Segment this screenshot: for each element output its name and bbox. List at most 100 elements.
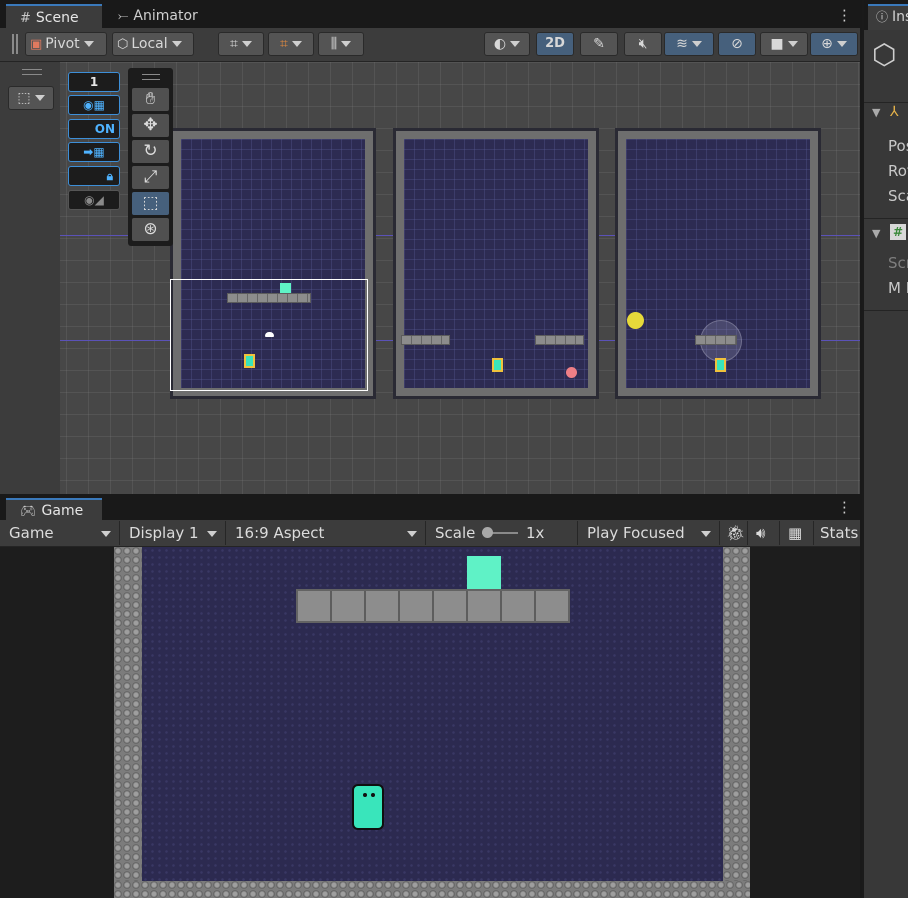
aspect-dropdown[interactable]: 16:9 Aspect xyxy=(226,521,426,545)
gamepad-icon: 🎮︎ xyxy=(20,504,37,519)
game-viewport[interactable] xyxy=(0,547,860,898)
platform[interactable] xyxy=(535,335,584,345)
speaker-icon: 🔊︎ xyxy=(756,524,766,542)
scene-viewport[interactable]: ⬚ 1 ◉▦ ON ➡▦ 🔒︎ ◉◢ ✋︎ ✥ ↻ ⤢ ⬚ ⊛ xyxy=(0,62,860,494)
bug-icon: 🐞︎ xyxy=(726,524,746,542)
platform[interactable] xyxy=(401,335,450,345)
move-grid-toggle[interactable]: ➡▦ xyxy=(68,142,120,162)
layer-number-field[interactable]: 1 xyxy=(68,72,120,92)
cloud-sprite[interactable] xyxy=(265,332,274,337)
divider xyxy=(864,310,908,311)
audio-toggle[interactable]: 🔇︎ xyxy=(624,32,662,56)
display-dropdown[interactable]: Display 1 xyxy=(120,521,226,545)
player-character xyxy=(352,784,384,830)
lock-toggle[interactable]: 🔒︎ xyxy=(68,166,120,186)
tab-animator[interactable]: ⤚ Animator xyxy=(104,4,214,28)
game-more-menu-icon[interactable]: · · · xyxy=(842,496,847,521)
chevron-down-icon xyxy=(83,41,94,47)
coin-sprite[interactable] xyxy=(627,312,644,329)
pivot-dropdown[interactable]: ▣ Pivot xyxy=(25,32,107,56)
player-sprite[interactable] xyxy=(244,354,255,368)
grid-hash-icon: # xyxy=(20,11,31,26)
eye-off-icon: ⊘ xyxy=(731,36,743,52)
dashed-rect-icon: ⬚ xyxy=(17,90,31,106)
goal-block[interactable] xyxy=(280,283,291,293)
player-sprite[interactable] xyxy=(715,358,726,372)
chevron-down-icon xyxy=(787,41,798,47)
chevron-down-icon xyxy=(691,41,702,47)
lighting-toggle[interactable]: ✎ xyxy=(580,32,618,56)
tab-game[interactable]: 🎮︎ Game xyxy=(6,498,102,520)
grid-snap-button[interactable]: ⌗ xyxy=(218,32,264,56)
chevron-down-icon xyxy=(34,95,45,101)
tab-scene[interactable]: # Scene xyxy=(6,4,102,28)
pivot-label: Pivot xyxy=(45,36,80,52)
game-room xyxy=(114,547,750,898)
enemy-sprite[interactable] xyxy=(566,367,577,378)
grid-eye-toggle[interactable]: ◉▦ xyxy=(68,95,120,115)
rect-tool-button[interactable]: ⬚ xyxy=(132,192,169,215)
player-eye xyxy=(363,793,367,797)
scene-more-menu-icon[interactable]: · · · xyxy=(842,4,847,29)
chevron-down-icon xyxy=(341,41,352,47)
camera-icon: ■ xyxy=(770,36,784,52)
chevron-down-icon xyxy=(510,41,521,47)
gizmos-toggle-game[interactable]: ▦ xyxy=(780,521,814,545)
transform-icon: ⅄ xyxy=(890,104,899,120)
platform xyxy=(296,589,570,623)
toggle-2d-button[interactable]: 2D xyxy=(536,32,574,56)
gizmos-dropdown[interactable]: ⊕ xyxy=(810,32,858,56)
panel-grip-icon[interactable] xyxy=(22,69,42,75)
play-mode-dropdown[interactable]: Play Focused xyxy=(578,521,720,545)
scale-tool-button[interactable]: ⤢ xyxy=(132,166,169,189)
snap-on-toggle[interactable]: ON xyxy=(68,119,120,139)
hand-tool-button[interactable]: ✋︎ xyxy=(132,88,169,111)
shading-mode-button[interactable]: ◐ xyxy=(484,32,530,56)
platform[interactable] xyxy=(695,335,737,345)
chevron-down-icon xyxy=(207,531,217,537)
rotation-label: Rot xyxy=(888,162,908,180)
scale-slider-handle[interactable] xyxy=(482,527,493,538)
camera-dropdown[interactable]: ■ xyxy=(760,32,808,56)
hidden-eye-toggle[interactable]: ◉◢ xyxy=(68,190,120,210)
scene-tab-bar: # Scene ⤚ Animator · · · xyxy=(0,0,860,29)
player-sprite[interactable] xyxy=(492,358,503,372)
toolbar-grip-icon[interactable] xyxy=(12,34,18,54)
rotate-tool-button[interactable]: ↻ xyxy=(132,140,169,163)
chevron-down-icon xyxy=(241,41,252,47)
stats-button[interactable]: Stats xyxy=(814,521,860,545)
animator-icon: ⤚ xyxy=(118,9,129,24)
room-2[interactable] xyxy=(393,128,599,399)
grid-snap-icon: ⌗ xyxy=(230,36,238,52)
scale-slider-group: Scale 1x xyxy=(426,521,578,545)
gizmo-globe-icon: ⊕ xyxy=(821,36,833,52)
eye-icon: ◉◢ xyxy=(84,193,104,207)
platform[interactable] xyxy=(227,293,311,303)
scene-toolbar: ▣ Pivot ⬡ Local ⌗ ⌗ ⫼ ◐ 2D ✎ 🔇︎ ≋ ⊘ ■ ⊕ xyxy=(0,28,860,62)
info-icon: ⓘ xyxy=(876,10,889,24)
eye-grid-icon: ◉▦ xyxy=(83,98,105,112)
audio-toggle-game[interactable]: 🔊︎ xyxy=(748,521,780,545)
palette-grip-icon[interactable] xyxy=(142,74,160,80)
foldout-arrow-icon[interactable]: ▼ xyxy=(872,227,880,240)
debug-toggle[interactable]: 🐞︎ xyxy=(720,521,748,545)
rect-select-dropdown[interactable]: ⬚ xyxy=(8,86,54,110)
lightbulb-icon: ✎ xyxy=(593,36,605,52)
foldout-arrow-icon[interactable]: ▼ xyxy=(872,106,880,119)
local-dropdown[interactable]: ⬡ Local xyxy=(112,32,194,56)
tab-inspector[interactable]: ⓘIns xyxy=(868,4,908,30)
game-view-label: Game xyxy=(9,524,54,542)
move-tool-button[interactable]: ✥ xyxy=(132,114,169,137)
tab-scene-label: Scene xyxy=(35,10,79,26)
layer-number: 1 xyxy=(89,75,99,89)
snap-on-label: ON xyxy=(94,122,115,136)
ruler-icon: ⫼ xyxy=(330,36,338,52)
game-view-dropdown[interactable]: Game xyxy=(0,521,120,545)
toggle-2d-label: 2D xyxy=(545,36,565,51)
scene-visibility-toggle[interactable]: ⊘ xyxy=(718,32,756,56)
effects-dropdown[interactable]: ≋ xyxy=(664,32,714,56)
transform-tool-button[interactable]: ⊛ xyxy=(132,218,169,241)
increment-snap-button[interactable]: ⌗ xyxy=(268,32,314,56)
scale-value: 1x xyxy=(526,524,545,542)
grid-visibility-button[interactable]: ⫼ xyxy=(318,32,364,56)
